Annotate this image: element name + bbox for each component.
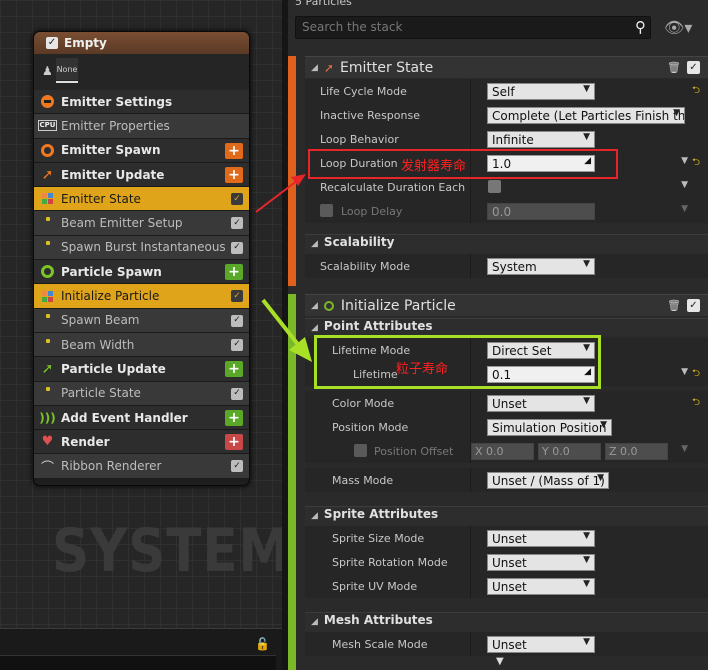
green-arrow (261, 298, 312, 362)
niagara-editor: SYSTEM ✓ Empty ♟ None Emitter Settings CP… (0, 0, 708, 670)
red-arrow (255, 174, 306, 213)
annotation-arrows (255, 174, 312, 362)
